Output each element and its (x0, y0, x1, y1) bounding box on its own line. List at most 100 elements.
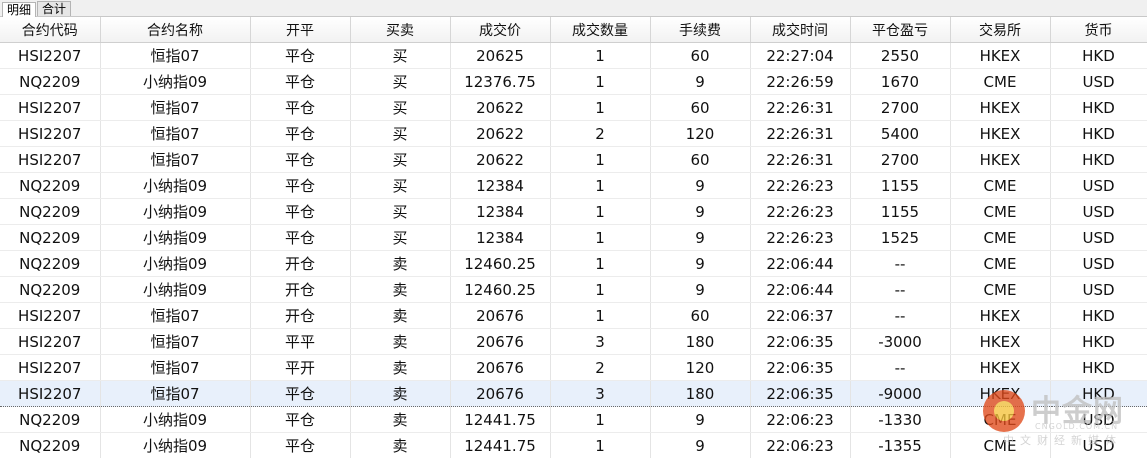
cell-quantity: 1 (550, 250, 651, 277)
cell-pnl: 1155 (850, 172, 951, 199)
cell-pnl: -- (850, 276, 951, 303)
cell-fee: 9 (650, 224, 751, 251)
table-row[interactable]: NQ2209小纳指09平仓卖12441.751922:06:23-1330CME… (0, 406, 1147, 433)
tab-detail[interactable]: 明细 (2, 2, 37, 17)
table-row[interactable]: HSI2207恒指07平仓卖20676318022:06:35-9000HKEX… (0, 380, 1147, 407)
cell-quantity: 2 (550, 354, 651, 381)
tab-summary[interactable]: 合计 (37, 1, 72, 16)
table-header-row: 合约代码 合约名称 开平 买卖 成交价 成交数量 手续费 成交时间 平仓盈亏 交… (0, 17, 1147, 43)
watermark-slogan: 中文财经新媒体 (1003, 434, 1122, 447)
cell-exchange: HKEX (950, 146, 1051, 173)
cell-quantity: 1 (550, 146, 651, 173)
column-header-fee[interactable]: 手续费 (650, 17, 751, 43)
cell-fee: 120 (650, 354, 751, 381)
cell-offset: 平仓 (250, 432, 351, 458)
table-row[interactable]: HSI2207 恒指07 平仓买 20625 1 60 22:27:04 2550 HKEX HK… (0, 42, 1147, 69)
cell-price: 12384 (450, 224, 551, 251)
column-header-price[interactable]: 成交价 (450, 17, 551, 43)
table-row[interactable]: HSI2207 恒指07 平平卖 20676 3 180 22:06:35 -3000 HKEX… (0, 328, 1147, 355)
cell-offset: 平仓 (250, 172, 351, 199)
cell-time: 22:06:23 (750, 432, 851, 458)
cell-price: 20622 (450, 120, 551, 147)
cell-offset: 平仓 (250, 406, 351, 433)
table-row[interactable]: NQ2209 小纳指09 平仓买 12376.75 1 9 22:26:59 1670 CME U… (0, 68, 1147, 95)
trades-table: 合约代码 合约名称 开平 买卖 成交价 成交数量 手续费 成交时间 平仓盈亏 交… (0, 17, 1147, 458)
cell-time: 22:26:31 (750, 146, 851, 173)
table-row[interactable]: HSI2207 恒指07 平仓买 20622 1 60 22:26:31 2700 HKEX HK… (0, 94, 1147, 121)
cell-price: 20622 (450, 94, 551, 121)
cell-time: 22:06:35 (750, 328, 851, 355)
cell-contract-code: NQ2209 (0, 276, 101, 303)
cell-contract-name: 小纳指09 (100, 68, 251, 95)
cell-price: 12384 (450, 198, 551, 225)
cell-time: 22:06:44 (750, 276, 851, 303)
cell-pnl: -- (850, 302, 951, 329)
cell-currency: HKD (1050, 302, 1147, 329)
table-row[interactable]: NQ2209 小纳指09 平仓买 12384 1 9 22:26:23 1155 CME USD (0, 198, 1147, 225)
cell-quantity: 1 (550, 432, 651, 458)
cell-price: 20676 (450, 328, 551, 355)
column-header-offset[interactable]: 开平 (250, 17, 351, 43)
cell-side: 卖 (350, 302, 451, 329)
column-header-code[interactable]: 合约代码 (0, 17, 101, 43)
cell-quantity: 1 (550, 224, 651, 251)
column-header-exchange[interactable]: 交易所 (950, 17, 1051, 43)
cell-fee: 9 (650, 276, 751, 303)
cell-side: 买 (350, 120, 451, 147)
table-row[interactable]: NQ2209 小纳指09 平仓卖 12441.75 1 9 22:06:23 -1355 CME… (0, 432, 1147, 458)
cell-pnl: -- (850, 354, 951, 381)
cell-time: 22:26:23 (750, 224, 851, 251)
cell-offset: 平仓 (250, 120, 351, 147)
cell-quantity: 1 (550, 198, 651, 225)
table-row[interactable]: HSI2207 恒指07 平开卖 20676 2 120 22:06:35 -- HKEX HKD (0, 354, 1147, 381)
cell-fee: 60 (650, 94, 751, 121)
cell-price: 12441.75 (450, 432, 551, 458)
cell-price: 12376.75 (450, 68, 551, 95)
cell-side: 买 (350, 42, 451, 69)
cell-contract-code: HSI2207 (0, 302, 101, 329)
table-row[interactable]: HSI2207 恒指07 开仓卖 20676 1 60 22:06:37 -- HKEX HKD (0, 302, 1147, 329)
cell-contract-code: HSI2207 (0, 354, 101, 381)
cell-pnl: 1155 (850, 198, 951, 225)
cell-pnl: 2700 (850, 94, 951, 121)
cell-offset: 开仓 (250, 276, 351, 303)
cell-time: 22:26:31 (750, 94, 851, 121)
column-header-pnl[interactable]: 平仓盈亏 (850, 17, 951, 43)
table-row[interactable]: NQ2209 小纳指09 平仓买 12384 1 9 22:26:23 1155 CME USD (0, 172, 1147, 199)
cell-offset: 平平 (250, 328, 351, 355)
cell-pnl: -3000 (850, 328, 951, 355)
cell-quantity: 1 (550, 302, 651, 329)
table-row[interactable]: HSI2207 恒指07 平仓买 20622 2 120 22:26:31 5400 HKEX H… (0, 120, 1147, 147)
cell-contract-code: HSI2207 (0, 42, 101, 69)
cell-time: 22:26:23 (750, 172, 851, 199)
table-row[interactable]: NQ2209 小纳指09 平仓买 12384 1 9 22:26:23 1525 CME USD (0, 224, 1147, 251)
cell-contract-code: NQ2209 (0, 172, 101, 199)
cell-contract-code: HSI2207 (0, 120, 101, 147)
cell-side: 买 (350, 224, 451, 251)
cell-quantity: 3 (550, 328, 651, 355)
cell-currency: USD (1050, 224, 1147, 251)
watermark-domain: CNGOLD.COM.CN (1035, 422, 1119, 431)
cell-fee: 180 (650, 328, 751, 355)
cell-contract-name: 恒指07 (100, 302, 251, 329)
cell-side: 卖 (350, 276, 451, 303)
cell-contract-name: 恒指07 (100, 328, 251, 355)
table-row[interactable]: HSI2207 恒指07 平仓买 20622 1 60 22:26:31 2700 HKEX HK… (0, 146, 1147, 173)
cell-contract-name: 恒指07 (100, 42, 251, 69)
column-header-name[interactable]: 合约名称 (100, 17, 251, 43)
cell-contract-name: 恒指07 (100, 94, 251, 121)
column-header-currency[interactable]: 货币 (1050, 17, 1147, 43)
cell-quantity: 2 (550, 120, 651, 147)
table-row[interactable]: NQ2209 小纳指09 开仓卖 12460.25 1 9 22:06:44 -- CME USD (0, 250, 1147, 277)
cell-price: 12460.25 (450, 276, 551, 303)
column-header-quantity[interactable]: 成交数量 (550, 17, 651, 43)
cell-contract-code: HSI2207 (0, 94, 101, 121)
cell-exchange: HKEX (950, 42, 1051, 69)
cell-fee: 9 (650, 198, 751, 225)
cell-time: 22:06:35 (750, 380, 851, 407)
cell-price: 20622 (450, 146, 551, 173)
column-header-time[interactable]: 成交时间 (750, 17, 851, 43)
cell-time: 22:26:59 (750, 68, 851, 95)
table-row[interactable]: NQ2209 小纳指09 开仓卖 12460.25 1 9 22:06:44 -- CME USD (0, 276, 1147, 303)
column-header-side[interactable]: 买卖 (350, 17, 451, 43)
